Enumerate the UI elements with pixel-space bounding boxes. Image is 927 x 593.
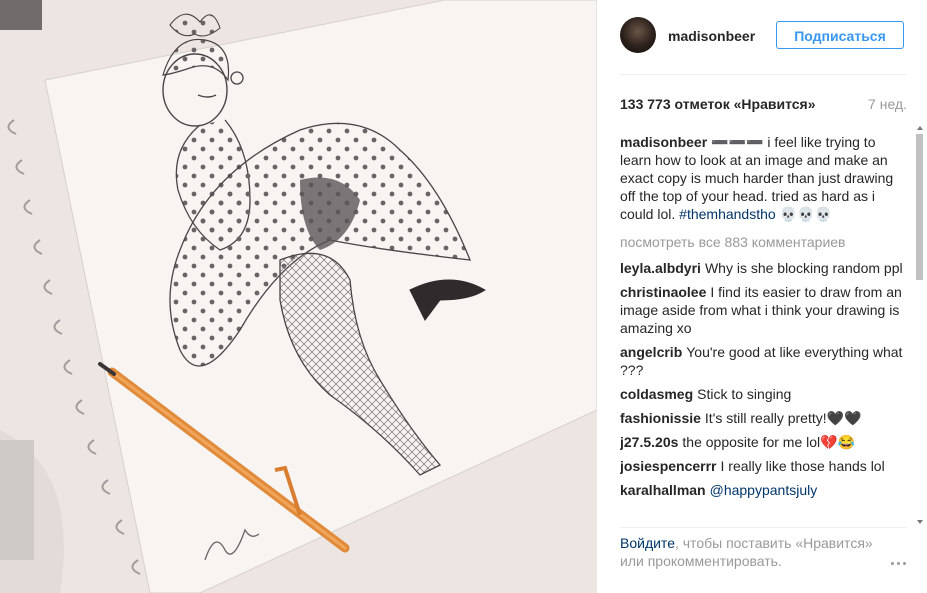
scrollbar-thumb[interactable]: [916, 134, 923, 280]
post-details-panel: madisonbeer Подписаться 133 773 отметок …: [597, 0, 927, 593]
scroll-down-icon[interactable]: [917, 520, 923, 524]
comment-item: coldasmeg Stick to singing: [620, 385, 904, 403]
header-divider: [620, 74, 907, 75]
comment-username[interactable]: josiespencerrr: [620, 458, 717, 474]
author-username[interactable]: madisonbeer: [668, 28, 755, 44]
comments-list[interactable]: madisonbeer ➖➖➖ i feel like trying to lea…: [620, 133, 904, 523]
follow-button[interactable]: Подписаться: [776, 21, 904, 49]
phone-corner: [0, 0, 42, 30]
comment-item: christinaolee I find its easier to draw f…: [620, 283, 904, 337]
comment-item: karalhallman @happypantsjuly: [620, 481, 904, 499]
comment-username[interactable]: christinaolee: [620, 284, 706, 300]
comment-text: Stick to singing: [697, 386, 792, 402]
caption-hashtag[interactable]: #themhandstho: [679, 206, 776, 222]
comments-scrollbar[interactable]: [915, 126, 925, 524]
post-meta: 133 773 отметок «Нравится» 7 нед.: [620, 96, 907, 114]
comment-text: the opposite for me lol💔😂: [682, 434, 855, 450]
view-all-comments-link[interactable]: посмотреть все 883 комментариев: [620, 233, 904, 251]
comment-item: angelcrib You're good at like everything …: [620, 343, 904, 379]
comment-text: I really like those hands lol: [720, 458, 885, 474]
comment-username[interactable]: fashionissie: [620, 410, 701, 426]
comment-item: fashionissie It's still really pretty!🖤🖤: [620, 409, 904, 427]
profile-avatar[interactable]: [620, 17, 656, 53]
comment-item: j27.5.20s the opposite for me lol💔😂: [620, 433, 904, 451]
comment-text[interactable]: @happypantsjuly: [710, 482, 818, 498]
comment-username[interactable]: angelcrib: [620, 344, 682, 360]
post-caption: madisonbeer ➖➖➖ i feel like trying to lea…: [620, 133, 904, 223]
comment-text: Why is she blocking random ppl: [704, 260, 903, 276]
footer-divider: [620, 527, 907, 528]
post-age[interactable]: 7 нед.: [868, 96, 907, 112]
caption-emoji: 💀💀💀: [779, 206, 832, 222]
comment-username[interactable]: leyla.albdyri: [620, 260, 701, 276]
comment-username[interactable]: coldasmeg: [620, 386, 693, 402]
comment-item: josiespencerrr I really like those hands …: [620, 457, 904, 475]
post-header: madisonbeer Подписаться: [597, 0, 927, 74]
sketch-drawing: [0, 0, 597, 593]
comment-text: It's still really pretty!🖤🖤: [704, 410, 862, 426]
instagram-post-view: madisonbeer Подписаться 133 773 отметок …: [0, 0, 927, 593]
comment-item: leyla.albdyri Why is she blocking random …: [620, 259, 904, 277]
more-options-icon[interactable]: [891, 552, 911, 565]
likes-count[interactable]: 133 773 отметок «Нравится»: [620, 96, 816, 112]
post-photo[interactable]: [0, 0, 597, 593]
login-prompt: Войдите, чтобы поставить «Нравится» или …: [620, 534, 880, 570]
comment-username[interactable]: j27.5.20s: [620, 434, 678, 450]
comment-username[interactable]: karalhallman: [620, 482, 706, 498]
caption-username[interactable]: madisonbeer: [620, 134, 707, 150]
scroll-up-icon[interactable]: [917, 126, 923, 130]
login-link[interactable]: Войдите: [620, 535, 675, 551]
